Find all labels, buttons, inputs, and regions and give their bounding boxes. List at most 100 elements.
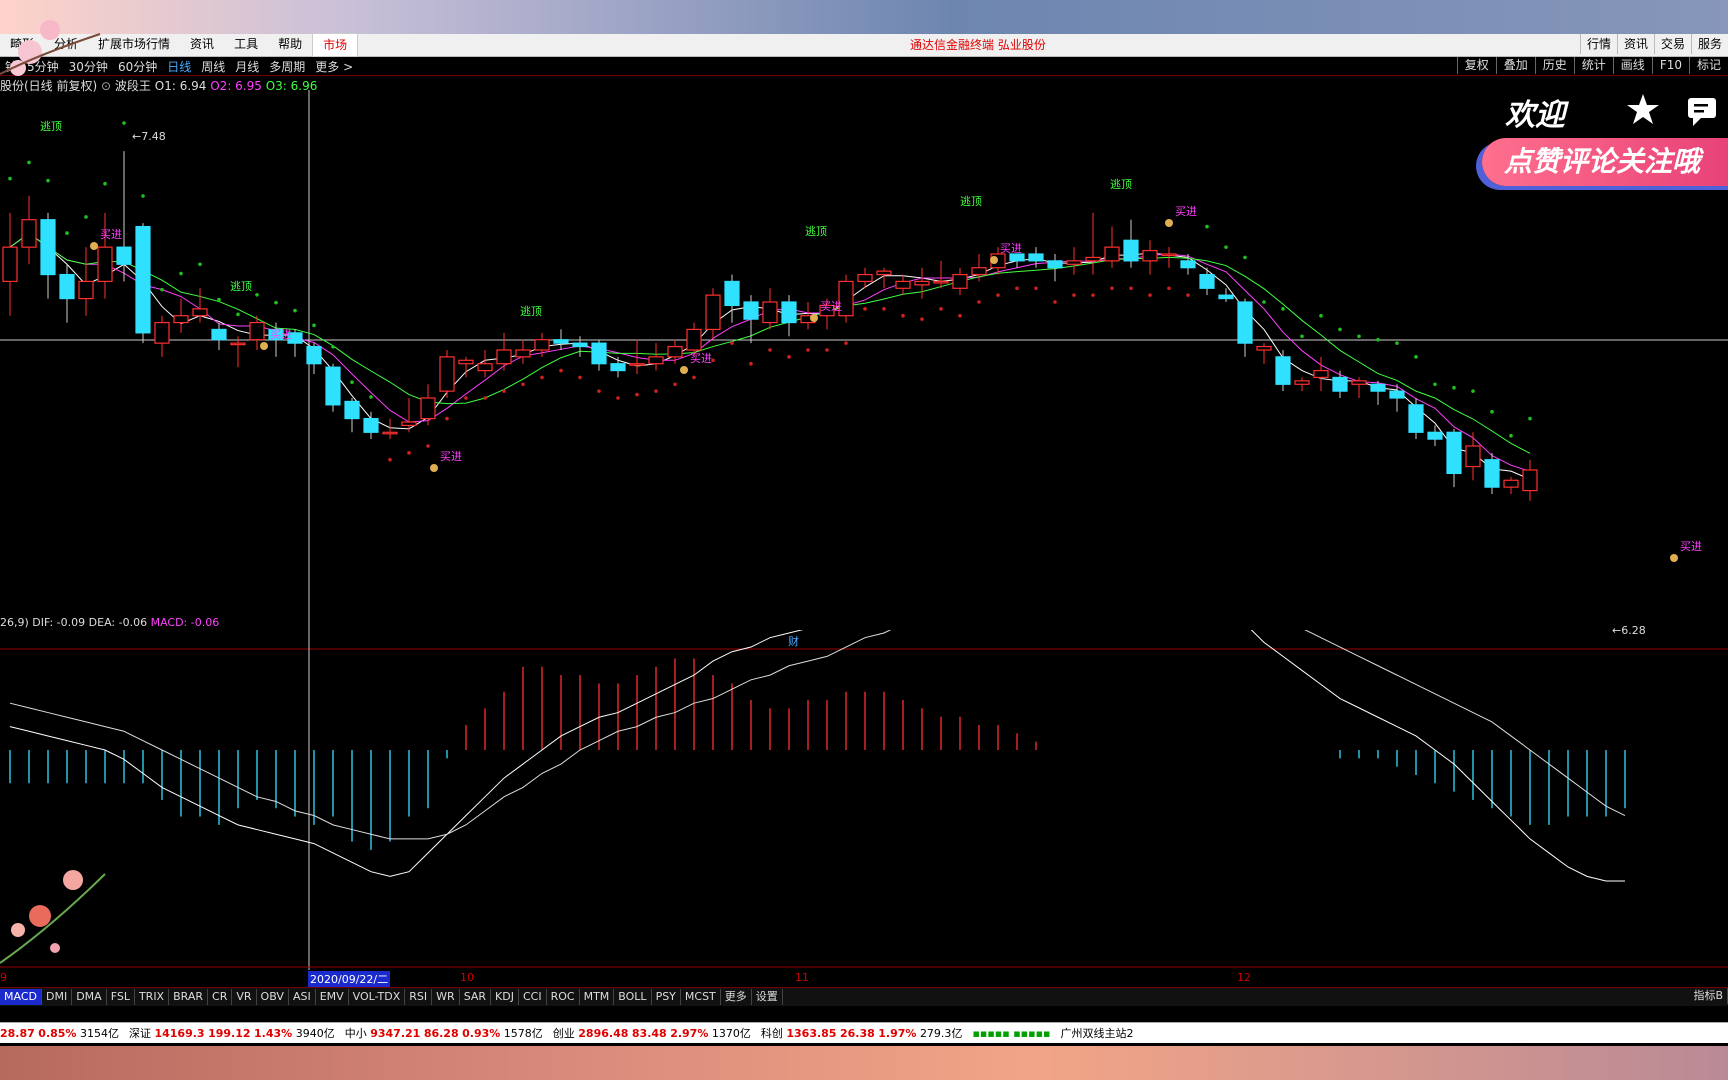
period-tab-3[interactable]: 60分钟 [113, 60, 162, 74]
period-tab-5[interactable]: 周线 [196, 60, 230, 74]
indicator-b-button[interactable]: 指标B [1689, 988, 1728, 1004]
candle [1313, 356, 1329, 392]
indicator-tab-psy[interactable]: PSY [652, 989, 681, 1005]
indicator-tab-cci[interactable]: CCI [519, 989, 547, 1005]
indicator-tab-mtm[interactable]: MTM [580, 989, 615, 1005]
sar-dot [1129, 286, 1133, 291]
chart-tool-1[interactable]: 叠加 [1495, 57, 1535, 74]
sar-dot [293, 308, 297, 313]
candle [1503, 476, 1519, 494]
index-value: 2896.48 [578, 1027, 629, 1040]
index-amount: 279.3亿 [919, 1027, 963, 1040]
indicator-tabs: MACD DMI DMA FSL TRIX BRAR CR VR OBV ASI EMV VOL-TD… [0, 987, 1728, 1006]
candle-body [553, 339, 569, 344]
sar-dot [179, 271, 183, 276]
indicator-tab-sar[interactable]: SAR [460, 989, 492, 1005]
chart-tool-3[interactable]: 统计 [1573, 57, 1613, 74]
money-bag-icon [90, 242, 98, 250]
candle-body [1104, 246, 1120, 262]
candle-body [895, 280, 911, 289]
candle-body [1256, 345, 1272, 351]
right-menu-item-0[interactable]: 行情 [1579, 34, 1617, 54]
indicator-tab-rsi[interactable]: RSI [405, 989, 433, 1005]
dif-value: DIF: -0.09 [32, 616, 86, 629]
indicator-tab-vr[interactable]: VR [232, 989, 257, 1005]
indicator-tab-fsl[interactable]: FSL [107, 989, 135, 1005]
right-menu-item-1[interactable]: 资讯 [1616, 34, 1654, 54]
indicator-tab-mcst[interactable]: MCST [681, 989, 721, 1005]
candle-body [1389, 390, 1405, 399]
sar-dot [654, 389, 658, 393]
candle-body [1522, 469, 1538, 492]
sar-dot [1452, 385, 1456, 390]
selected-date: 2020/09/22/二 [308, 971, 391, 987]
candle-body [1465, 445, 1481, 468]
sar-dot [255, 293, 259, 297]
period-tab-7[interactable]: 多周期 [264, 60, 310, 74]
candle-body [1180, 260, 1196, 269]
menu-item-3[interactable]: 资讯 [180, 33, 224, 57]
macd-chart[interactable] [0, 630, 1728, 970]
candle-body [1275, 356, 1291, 385]
indicator-tab-obv[interactable]: OBV [257, 989, 289, 1005]
index-pct: 0.93% [462, 1027, 501, 1040]
sar-dot [331, 345, 335, 349]
candle-body [1408, 404, 1424, 433]
sar-dot [1148, 293, 1152, 297]
sar-dot [996, 293, 1000, 297]
indicator-tab-emv[interactable]: EMV [316, 989, 349, 1005]
candle [1104, 226, 1120, 268]
chart-tool-2[interactable]: 历史 [1534, 57, 1574, 74]
chart-tool-4[interactable]: 画线 [1612, 57, 1652, 74]
candle-body [876, 270, 892, 276]
indicator-tab-dma[interactable]: DMA [72, 989, 107, 1005]
escape-top-label: 逃顶 [230, 280, 252, 293]
indicator-tab-dmi[interactable]: DMI [42, 989, 73, 1005]
sar-dot [1528, 416, 1532, 421]
candle [1294, 377, 1310, 392]
menu-item-6[interactable]: 市场 [312, 33, 359, 57]
period-tab-4[interactable]: 日线 [162, 60, 196, 74]
candlestick-chart[interactable]: ←7.48←6.28财逃顶逃顶逃顶逃顶逃顶逃顶买进买进买进买进买进买进买进买进 [0, 90, 1728, 650]
indicator-tab-asi[interactable]: ASI [289, 989, 316, 1005]
menu-item-5[interactable]: 帮助 [268, 33, 312, 57]
index-value: 28.87 [0, 1027, 35, 1040]
candle [1522, 459, 1538, 501]
index-name: 创业 [552, 1027, 575, 1040]
candle [1370, 380, 1386, 405]
period-tab-6[interactable]: 月线 [230, 60, 264, 74]
candle [705, 288, 721, 340]
chart-tool-0[interactable]: 复权 [1456, 57, 1496, 74]
candle [838, 274, 854, 323]
indicator-tab-macd[interactable]: MACD [0, 989, 42, 1005]
right-menu-item-2[interactable]: 交易 [1653, 34, 1691, 54]
candle-body [705, 294, 721, 331]
menu-item-4[interactable]: 工具 [224, 33, 268, 57]
indicator-tab-brar[interactable]: BRAR [169, 989, 209, 1005]
indicator-tab-设置[interactable]: 设置 [752, 989, 783, 1005]
index-quote-4: 科创 1363.85 26.38 1.97% 279.3亿 [761, 1025, 963, 1041]
sar-dot [1091, 293, 1095, 297]
indicator-tab-boll[interactable]: BOLL [614, 989, 652, 1005]
indicator-tab-vol-tdx[interactable]: VOL-TDX [349, 989, 406, 1005]
sar-dot [787, 355, 791, 359]
chart-tool-6[interactable]: 标记 [1688, 57, 1728, 74]
indicator-tab-cr[interactable]: CR [208, 989, 233, 1005]
candle-body [97, 246, 113, 283]
candle-body [1370, 383, 1386, 392]
chart-tool-5[interactable]: F10 [1651, 57, 1689, 74]
indicator-tab-trix[interactable]: TRIX [135, 989, 170, 1005]
indicator-tab-更多[interactable]: 更多 [721, 989, 752, 1005]
index-name: 科创 [760, 1027, 783, 1040]
period-tab-8[interactable]: 更多 > [310, 60, 358, 74]
sar-dot [730, 341, 734, 345]
candle-body [59, 273, 75, 300]
indicator-tab-kdj[interactable]: KDJ [491, 989, 519, 1005]
right-menu-item-3[interactable]: 服务 [1690, 34, 1728, 54]
indicator-tab-wr[interactable]: WR [432, 989, 460, 1005]
index-value: 14169.3 [154, 1027, 205, 1040]
candle-body [1313, 369, 1329, 379]
sar-dot [768, 348, 772, 352]
index-change: 83.48 [631, 1027, 667, 1040]
indicator-tab-roc[interactable]: ROC [547, 989, 580, 1005]
